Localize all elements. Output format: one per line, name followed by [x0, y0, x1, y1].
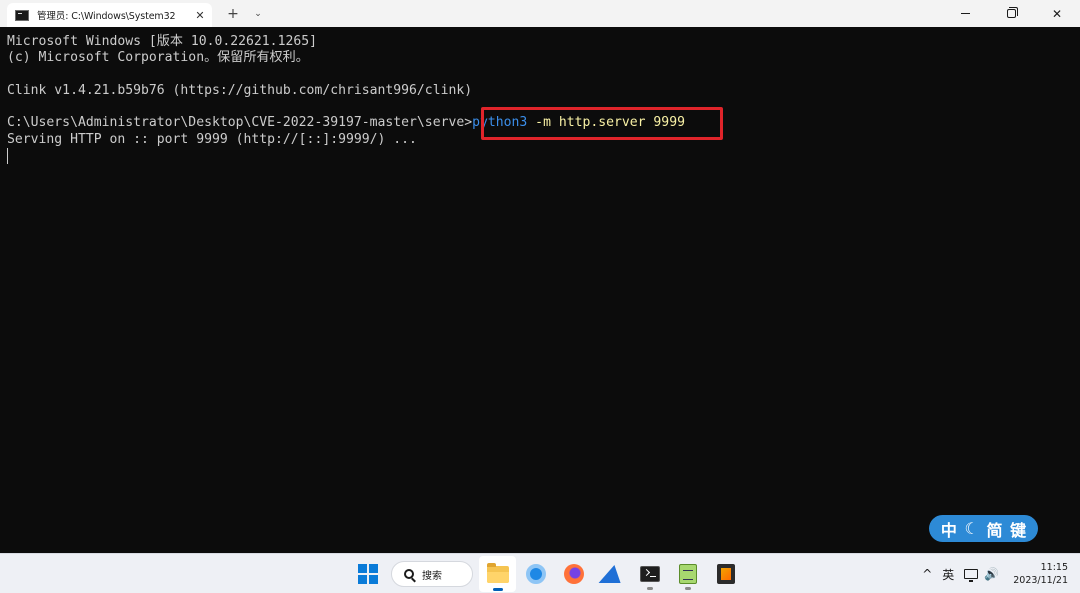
command-program: python3 [472, 115, 528, 131]
terminal-output[interactable]: Microsoft Windows [版本 10.0.22621.1265] (… [0, 27, 1080, 553]
tab-close-icon[interactable]: ✕ [192, 7, 208, 23]
firefox-icon [563, 564, 584, 584]
restore-icon [1006, 7, 1018, 18]
text-cursor [7, 148, 8, 165]
chrome-icon [525, 564, 546, 584]
command-args: -m http.server 9999 [527, 115, 685, 131]
wireshark-button[interactable] [593, 556, 630, 592]
server-output: Serving HTTP on :: port 9999 (http://[::… [7, 131, 417, 147]
start-button[interactable] [349, 556, 386, 592]
ime-simplified[interactable]: 简 [986, 517, 1002, 541]
clock[interactable]: 11:15 2023/11/21 [1013, 561, 1068, 587]
notepad-icon [678, 564, 697, 584]
terminal-line: (c) Microsoft Corporation。保留所有权利。 [7, 50, 309, 66]
terminal-line: Clink v1.4.21.b59b76 (https://github.com… [7, 82, 473, 98]
ime-mode-chinese[interactable]: 中 [941, 517, 957, 541]
ime-moon-icon[interactable]: ☾ [964, 519, 978, 538]
terminal-tab[interactable]: 管理员: C:\Windows\System32 ✕ [7, 3, 212, 27]
minimize-icon [960, 13, 970, 14]
search-label: 搜索 [422, 570, 442, 582]
volume-icon[interactable]: 🔊 [984, 567, 999, 581]
firefox-button[interactable] [555, 556, 592, 592]
cmd-icon [15, 9, 29, 21]
tab-dropdown-chevron-down-icon[interactable]: ⌄ [248, 0, 268, 27]
file-explorer-icon [486, 562, 509, 583]
wireshark-icon [598, 565, 625, 583]
title-bar: 管理员: C:\Windows\System32 ✕ + ⌄ ✕ [0, 0, 1080, 27]
windows-logo-icon [357, 564, 378, 584]
prompt: C:\Users\Administrator\Desktop\CVE-2022-… [7, 115, 473, 131]
restore-button[interactable] [988, 0, 1034, 27]
new-tab-button[interactable]: + [218, 0, 248, 27]
clock-date: 2023/11/21 [1013, 575, 1068, 586]
window-controls: ✕ [942, 0, 1080, 27]
taskbar-search[interactable]: 搜索 [391, 561, 473, 587]
minimize-button[interactable] [942, 0, 988, 27]
command-line: C:\Users\Administrator\Desktop\CVE-2022-… [7, 115, 1080, 131]
clock-time: 11:15 [1040, 562, 1068, 573]
burp-button[interactable] [707, 556, 744, 592]
file-explorer-button[interactable] [479, 556, 516, 592]
chrome-button[interactable] [517, 556, 554, 592]
terminal-icon [639, 566, 660, 582]
taskbar-apps: 搜索 [349, 554, 745, 593]
input-language[interactable]: 英 [942, 566, 954, 583]
network-icon[interactable] [964, 569, 979, 582]
ime-keyboard[interactable]: 键 [1010, 517, 1026, 541]
terminal-line: Microsoft Windows [版本 10.0.22621.1265] [7, 34, 317, 49]
ime-toolbar[interactable]: 中 ☾ 简 键 [929, 515, 1038, 542]
notepad-button[interactable] [669, 556, 706, 592]
burp-icon [716, 564, 735, 584]
terminal-button[interactable] [631, 556, 668, 592]
search-icon [404, 569, 414, 579]
tray-chevron-up-icon[interactable]: ^ [922, 567, 932, 581]
tab-title: 管理员: C:\Windows\System32 [37, 11, 176, 22]
close-button[interactable]: ✕ [1034, 0, 1080, 27]
system-tray: ^ 英 🔊 11:15 2023/11/21 [922, 554, 1080, 593]
taskbar: 搜索 ^ 英 🔊 11:15 2023/11/21 [0, 553, 1080, 593]
